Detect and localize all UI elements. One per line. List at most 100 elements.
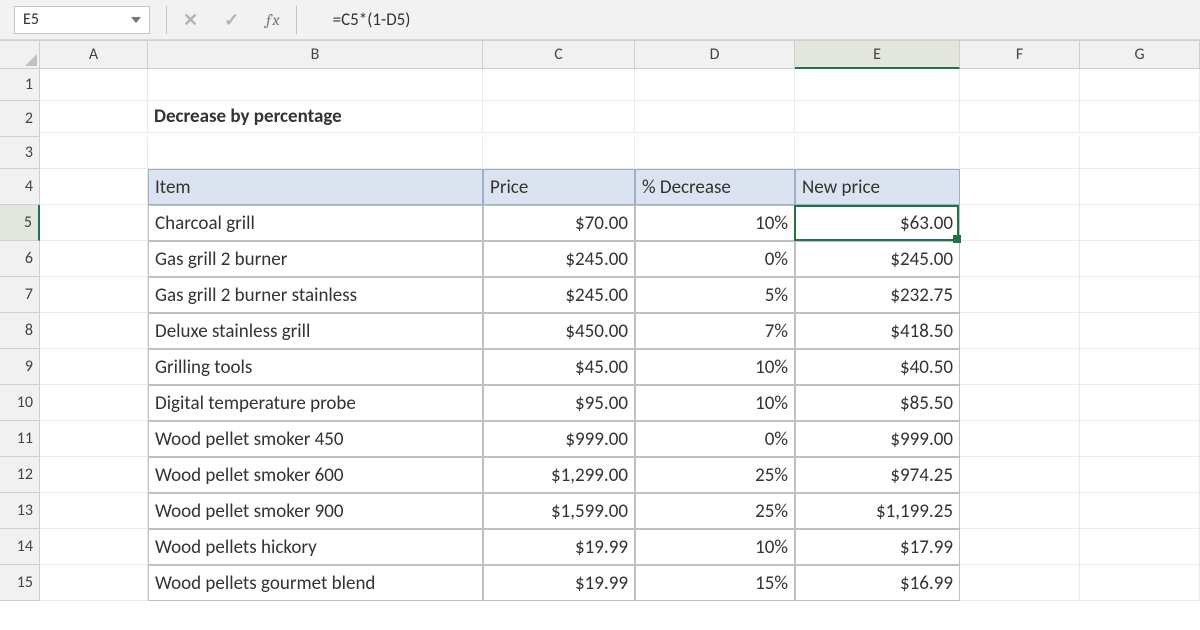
cell-A14[interactable] — [40, 529, 148, 565]
cell-C3[interactable] — [483, 137, 635, 169]
table-cell-newprice[interactable]: $85.50 — [795, 385, 960, 421]
cell-A13[interactable] — [40, 493, 148, 529]
table-cell-decrease[interactable]: 10% — [635, 529, 795, 565]
row-header-4[interactable]: 4 — [0, 169, 40, 205]
page-title[interactable]: Decrease by percentage — [148, 101, 483, 133]
table-cell-decrease[interactable]: 10% — [635, 349, 795, 385]
table-cell-newprice[interactable]: $974.25 — [795, 457, 960, 493]
table-cell-item[interactable]: Grilling tools — [148, 349, 483, 385]
table-cell-newprice[interactable]: $245.00 — [795, 241, 960, 277]
col-header-B[interactable]: B — [148, 41, 483, 69]
col-header-E[interactable]: E — [795, 41, 960, 69]
table-cell-item[interactable]: Digital temperature probe — [148, 385, 483, 421]
row-header-6[interactable]: 6 — [0, 241, 40, 277]
cell-E2[interactable] — [795, 101, 960, 133]
cell-F5[interactable] — [960, 205, 1080, 241]
cell-F11[interactable] — [960, 421, 1080, 457]
table-cell-newprice[interactable]: $232.75 — [795, 277, 960, 313]
cell-A8[interactable] — [40, 313, 148, 349]
table-cell-item[interactable]: Wood pellets gourmet blend — [148, 565, 483, 601]
row-header-15[interactable]: 15 — [0, 565, 40, 601]
cell-A11[interactable] — [40, 421, 148, 457]
table-cell-price[interactable]: $450.00 — [483, 313, 635, 349]
cell-G1[interactable] — [1080, 69, 1200, 101]
table-cell-decrease[interactable]: 15% — [635, 565, 795, 601]
table-cell-price[interactable]: $95.00 — [483, 385, 635, 421]
table-cell-newprice[interactable]: $17.99 — [795, 529, 960, 565]
cell-B3[interactable] — [148, 137, 483, 169]
table-cell-price[interactable]: $999.00 — [483, 421, 635, 457]
table-cell-price[interactable]: $45.00 — [483, 349, 635, 385]
cell-G5[interactable] — [1080, 205, 1200, 241]
cell-F15[interactable] — [960, 565, 1080, 601]
cell-G4[interactable] — [1080, 169, 1200, 205]
cell-F10[interactable] — [960, 385, 1080, 421]
cell-G2[interactable] — [1080, 101, 1200, 133]
cell-G7[interactable] — [1080, 277, 1200, 313]
cell-G10[interactable] — [1080, 385, 1200, 421]
table-cell-decrease[interactable]: 5% — [635, 277, 795, 313]
row-header-10[interactable]: 10 — [0, 385, 40, 421]
cell-A15[interactable] — [40, 565, 148, 601]
cell-A3[interactable] — [40, 137, 148, 169]
table-cell-newprice[interactable]: $418.50 — [795, 313, 960, 349]
table-cell-newprice[interactable]: $40.50 — [795, 349, 960, 385]
cell-G3[interactable] — [1080, 137, 1200, 169]
cell-G8[interactable] — [1080, 313, 1200, 349]
cell-E3[interactable] — [795, 137, 960, 169]
table-cell-price[interactable]: $70.00 — [483, 205, 635, 241]
table-cell-decrease[interactable]: 25% — [635, 493, 795, 529]
cell-F9[interactable] — [960, 349, 1080, 385]
cell-D1[interactable] — [635, 69, 795, 101]
spreadsheet-grid[interactable]: ABCDEFG12Decrease by percentage34ItemPri… — [0, 40, 1200, 601]
table-cell-decrease[interactable]: 0% — [635, 421, 795, 457]
cell-A6[interactable] — [40, 241, 148, 277]
table-cell-price[interactable]: $245.00 — [483, 277, 635, 313]
table-cell-item[interactable]: Deluxe stainless grill — [148, 313, 483, 349]
table-header-decrease[interactable]: % Decrease — [635, 169, 795, 205]
col-header-F[interactable]: F — [960, 41, 1080, 69]
row-header-5[interactable]: 5 — [0, 205, 40, 241]
table-cell-item[interactable]: Wood pellet smoker 450 — [148, 421, 483, 457]
cell-G14[interactable] — [1080, 529, 1200, 565]
table-cell-price[interactable]: $19.99 — [483, 565, 635, 601]
row-header-2[interactable]: 2 — [0, 101, 40, 137]
col-header-G[interactable]: G — [1080, 41, 1200, 69]
cell-A4[interactable] — [40, 169, 148, 205]
cell-C1[interactable] — [483, 69, 635, 101]
cell-E1[interactable] — [795, 69, 960, 101]
cell-D3[interactable] — [635, 137, 795, 169]
cell-G12[interactable] — [1080, 457, 1200, 493]
table-header-item[interactable]: Item — [148, 169, 483, 205]
cell-A5[interactable] — [40, 205, 148, 241]
table-cell-decrease[interactable]: 10% — [635, 385, 795, 421]
table-cell-item[interactable]: Wood pellets hickory — [148, 529, 483, 565]
table-cell-decrease[interactable]: 10% — [635, 205, 795, 241]
table-cell-item[interactable]: Charcoal grill — [148, 205, 483, 241]
row-header-7[interactable]: 7 — [0, 277, 40, 313]
select-all-corner[interactable] — [0, 41, 40, 69]
table-cell-newprice[interactable]: $999.00 — [795, 421, 960, 457]
fx-icon[interactable]: ƒx — [265, 11, 279, 29]
col-header-C[interactable]: C — [483, 41, 635, 69]
table-cell-decrease[interactable]: 0% — [635, 241, 795, 277]
cell-F8[interactable] — [960, 313, 1080, 349]
cell-F14[interactable] — [960, 529, 1080, 565]
cell-F4[interactable] — [960, 169, 1080, 205]
accept-icon[interactable]: ✓ — [224, 9, 239, 31]
table-cell-newprice[interactable]: $1,199.25 — [795, 493, 960, 529]
row-header-3[interactable]: 3 — [0, 137, 40, 169]
cell-A1[interactable] — [40, 69, 148, 101]
cell-G11[interactable] — [1080, 421, 1200, 457]
table-cell-item[interactable]: Wood pellet smoker 600 — [148, 457, 483, 493]
col-header-D[interactable]: D — [635, 41, 795, 69]
cell-A7[interactable] — [40, 277, 148, 313]
cell-F2[interactable] — [960, 101, 1080, 133]
table-cell-item[interactable]: Gas grill 2 burner — [148, 241, 483, 277]
cell-F3[interactable] — [960, 137, 1080, 169]
cell-G6[interactable] — [1080, 241, 1200, 277]
row-header-13[interactable]: 13 — [0, 493, 40, 529]
table-cell-price[interactable]: $1,299.00 — [483, 457, 635, 493]
row-header-9[interactable]: 9 — [0, 349, 40, 385]
table-cell-item[interactable]: Wood pellet smoker 900 — [148, 493, 483, 529]
